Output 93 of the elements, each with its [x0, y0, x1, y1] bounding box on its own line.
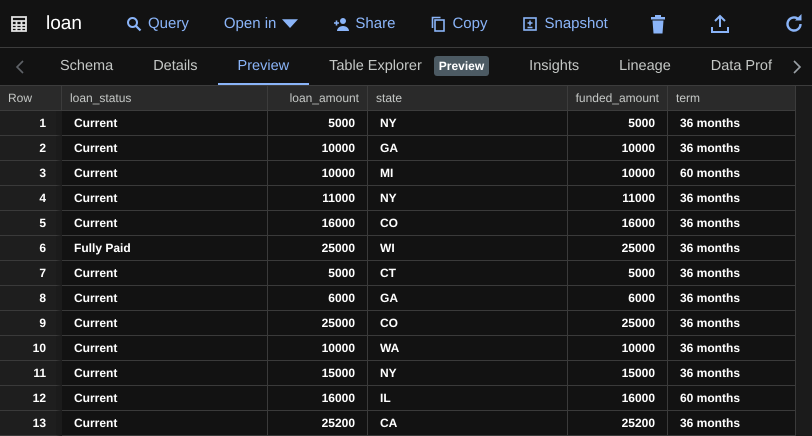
- row-number: 8: [0, 286, 62, 311]
- table-cell: 15000: [568, 361, 668, 386]
- row-number: 7: [0, 261, 62, 286]
- column-header[interactable]: state: [368, 86, 568, 111]
- row-number: 9: [0, 311, 62, 336]
- tab[interactable]: Lineage: [599, 48, 691, 85]
- table-cell: 6000: [268, 286, 368, 311]
- row-number: 13: [0, 411, 62, 436]
- column-header[interactable]: loan_status: [62, 86, 268, 111]
- scrollbar-track[interactable]: [796, 86, 812, 436]
- table-cell: 16000: [268, 211, 368, 236]
- search-icon: [126, 16, 142, 32]
- table-cell: NY: [368, 361, 568, 386]
- tab[interactable]: Details: [133, 48, 218, 85]
- table-cell: MI: [368, 161, 568, 186]
- table-cell: Current: [62, 111, 268, 136]
- table-cell: CO: [368, 311, 568, 336]
- table-cell: Current: [62, 386, 268, 411]
- copy-button[interactable]: Copy: [422, 9, 496, 38]
- page-title: loan: [46, 12, 83, 34]
- table-cell: 25000: [568, 236, 668, 261]
- table-cell: 10000: [568, 336, 668, 361]
- table-cell: 25000: [268, 236, 368, 261]
- row-number: 5: [0, 211, 62, 236]
- upload-icon: [708, 12, 731, 34]
- snapshot-icon: [522, 16, 538, 32]
- table-cell: 5000: [568, 261, 668, 286]
- table-cell: Current: [62, 411, 268, 436]
- column-header[interactable]: term: [668, 86, 796, 111]
- snapshot-button[interactable]: Snapshot: [514, 9, 616, 38]
- table-icon: [11, 16, 27, 32]
- table-cell: Current: [62, 336, 268, 361]
- table-cell: Current: [62, 186, 268, 211]
- table-cell: CO: [368, 211, 568, 236]
- column-header[interactable]: Row: [0, 86, 62, 111]
- table-cell: NY: [368, 186, 568, 211]
- table-cell: 10000: [268, 161, 368, 186]
- tab[interactable]: Table Explorer Preview: [309, 48, 510, 85]
- table-cell: 25200: [268, 411, 368, 436]
- table-cell: 5000: [568, 111, 668, 136]
- row-number: 2: [0, 136, 62, 161]
- row-number: 10: [0, 336, 62, 361]
- preview-badge: Preview: [434, 56, 490, 76]
- tab[interactable]: Data Prof: [690, 48, 784, 85]
- table-cell: GA: [368, 286, 568, 311]
- table-cell: 5000: [268, 111, 368, 136]
- table-cell: 10000: [568, 136, 668, 161]
- row-number: 12: [0, 386, 62, 411]
- table-cell: Current: [62, 261, 268, 286]
- tab[interactable]: Insights: [509, 48, 600, 85]
- table-cell: Current: [62, 136, 268, 161]
- table-cell: 25200: [568, 411, 668, 436]
- table-cell: Current: [62, 311, 268, 336]
- copy-icon: [430, 16, 446, 32]
- chevron-right-icon[interactable]: [792, 60, 802, 74]
- open-in-dropdown[interactable]: Open in: [216, 9, 306, 38]
- table-cell: 5000: [268, 261, 368, 286]
- table-cell: Current: [62, 361, 268, 386]
- table-cell: IL: [368, 386, 568, 411]
- search-button[interactable]: Query: [118, 9, 197, 38]
- row-number: 1: [0, 111, 62, 136]
- table-cell: 16000: [268, 386, 368, 411]
- row-number: 6: [0, 236, 62, 261]
- table-cell: 10000: [268, 136, 368, 161]
- table-cell: CT: [368, 261, 568, 286]
- row-number: 11: [0, 361, 62, 386]
- table-cell: 11000: [268, 186, 368, 211]
- table-cell: CA: [368, 411, 568, 436]
- table-cell: 11000: [568, 186, 668, 211]
- table-cell: GA: [368, 136, 568, 161]
- table-cell: Current: [62, 211, 268, 236]
- table-cell: 10000: [268, 336, 368, 361]
- table-cell: WI: [368, 236, 568, 261]
- table-cell: Fully Paid: [62, 236, 268, 261]
- table-cell: NY: [368, 111, 568, 136]
- table-cell: 16000: [568, 386, 668, 411]
- row-number: 4: [0, 186, 62, 211]
- table-cell: 25000: [268, 311, 368, 336]
- table-cell: WA: [368, 336, 568, 361]
- row-number: 3: [0, 161, 62, 186]
- column-header[interactable]: loan_amount: [268, 86, 368, 111]
- table-cell: Current: [62, 286, 268, 311]
- table-cell: 10000: [568, 161, 668, 186]
- tab[interactable]: Schema: [40, 48, 134, 85]
- table-cell: 6000: [568, 286, 668, 311]
- add-person-icon: [333, 16, 350, 32]
- table-cell: Current: [62, 161, 268, 186]
- table-cell: 16000: [568, 211, 668, 236]
- share-button[interactable]: Share: [325, 9, 404, 38]
- chevron-left-icon[interactable]: [15, 60, 25, 74]
- column-header[interactable]: funded_amount: [568, 86, 668, 111]
- table-cell: 25000: [568, 311, 668, 336]
- table-cell: 15000: [268, 361, 368, 386]
